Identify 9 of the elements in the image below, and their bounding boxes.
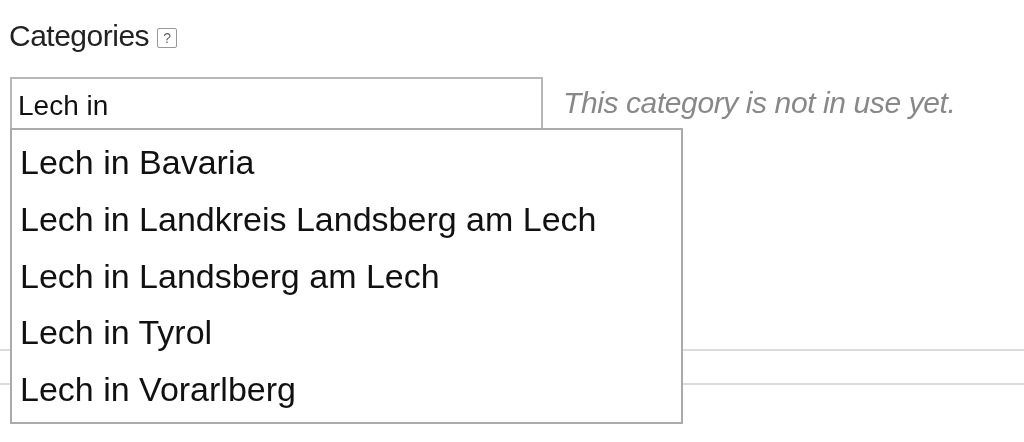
suggestion-item[interactable]: Lech in Landkreis Landsberg am Lech [12, 194, 681, 252]
help-icon[interactable]: ? [157, 28, 178, 48]
category-input-field[interactable]: Lech in [10, 77, 543, 128]
suggestion-item[interactable]: Lech in Tyrol [12, 308, 681, 366]
suggestion-item[interactable]: Lech in Vorarlberg [12, 365, 681, 422]
suggestion-item[interactable]: Lech in Bavaria [12, 138, 681, 195]
suggestion-item[interactable]: Lech in Landsberg am Lech [12, 251, 681, 309]
hint-text: This category is not in use yet. [563, 85, 956, 120]
field-label: Categories [9, 19, 150, 53]
